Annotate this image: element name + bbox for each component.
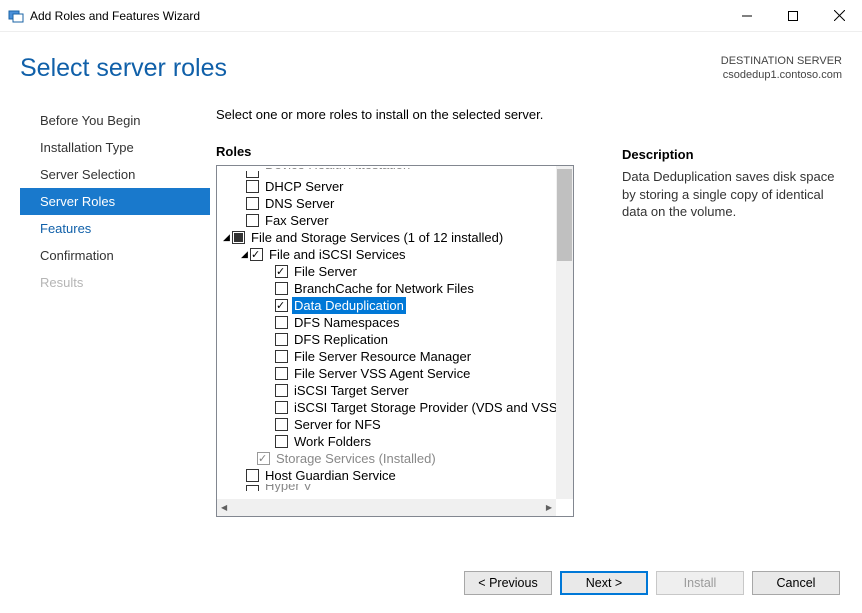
window-controls xyxy=(724,0,862,31)
maximize-button[interactable] xyxy=(770,0,816,31)
tree-item-label[interactable]: BranchCache for Network Files xyxy=(292,280,476,297)
tree-item-label[interactable]: Storage Services (Installed) xyxy=(274,450,438,467)
checkbox[interactable] xyxy=(246,197,259,210)
previous-button[interactable]: < Previous xyxy=(464,571,552,595)
roles-treeview[interactable]: Device Health Attestation DHCP Server DN… xyxy=(216,165,574,517)
checkbox[interactable] xyxy=(246,469,259,482)
page-title: Select server roles xyxy=(20,54,227,83)
tree-item-label[interactable]: DHCP Server xyxy=(263,178,346,195)
tree-item-label[interactable]: Data Deduplication xyxy=(292,297,406,314)
checkbox[interactable] xyxy=(275,401,288,414)
nav-results: Results xyxy=(20,269,210,296)
description-panel: Description Data Deduplication saves dis… xyxy=(622,107,837,517)
tree-item-label[interactable]: Device Health Attestation xyxy=(263,168,412,173)
checkbox[interactable] xyxy=(275,333,288,346)
description-label: Description xyxy=(622,147,837,162)
scroll-right-icon[interactable]: ▶ xyxy=(542,503,556,512)
checkbox[interactable] xyxy=(275,435,288,448)
checkbox[interactable] xyxy=(275,282,288,295)
install-button: Install xyxy=(656,571,744,595)
title-bar: Add Roles and Features Wizard xyxy=(0,0,862,32)
nav-installation-type[interactable]: Installation Type xyxy=(20,134,210,161)
close-button[interactable] xyxy=(816,0,862,31)
minimize-button[interactable] xyxy=(724,0,770,31)
app-icon xyxy=(8,8,24,24)
checkbox[interactable] xyxy=(275,316,288,329)
tree-item-label[interactable]: DFS Namespaces xyxy=(292,314,401,331)
tree-item-label[interactable]: Fax Server xyxy=(263,212,331,229)
window-title: Add Roles and Features Wizard xyxy=(30,9,200,23)
destination-server: csodedup1.contoso.com xyxy=(721,68,842,82)
next-button[interactable]: Next > xyxy=(560,571,648,595)
nav-features[interactable]: Features xyxy=(20,215,210,242)
nav-confirmation[interactable]: Confirmation xyxy=(20,242,210,269)
nav-before-you-begin[interactable]: Before You Begin xyxy=(20,107,210,134)
intro-text: Select one or more roles to install on t… xyxy=(216,107,586,122)
wizard-nav: Before You Begin Installation Type Serve… xyxy=(20,107,210,517)
checkbox[interactable] xyxy=(250,248,263,261)
tree-item-label[interactable]: Server for NFS xyxy=(292,416,383,433)
horizontal-scrollbar[interactable]: ◀ ▶ xyxy=(217,499,556,516)
checkbox[interactable] xyxy=(275,265,288,278)
scroll-thumb[interactable] xyxy=(557,169,572,261)
tree-item-label[interactable]: Work Folders xyxy=(292,433,373,450)
expander-icon[interactable]: ◢ xyxy=(239,246,250,263)
checkbox[interactable] xyxy=(275,350,288,363)
tree-item-label[interactable]: File Server xyxy=(292,263,359,280)
cancel-button[interactable]: Cancel xyxy=(752,571,840,595)
checkbox[interactable] xyxy=(246,214,259,227)
tree-item-label[interactable]: File Server VSS Agent Service xyxy=(292,365,472,382)
checkbox[interactable] xyxy=(275,418,288,431)
nav-server-selection[interactable]: Server Selection xyxy=(20,161,210,188)
tree-item-label[interactable]: DFS Replication xyxy=(292,331,390,348)
vertical-scrollbar[interactable] xyxy=(556,166,573,499)
scroll-left-icon[interactable]: ◀ xyxy=(217,503,231,512)
tree-item-label[interactable]: Hyper V xyxy=(263,484,314,492)
tree-item-label[interactable]: iSCSI Target Storage Provider (VDS and V… xyxy=(292,399,556,416)
tree-item-label[interactable]: iSCSI Target Server xyxy=(292,382,411,399)
nav-server-roles[interactable]: Server Roles xyxy=(20,188,210,215)
wizard-footer: < Previous Next > Install Cancel xyxy=(464,571,840,595)
tree-item-label[interactable]: DNS Server xyxy=(263,195,336,212)
checkbox[interactable] xyxy=(275,299,288,312)
checkbox[interactable] xyxy=(246,171,259,178)
checkbox[interactable] xyxy=(246,180,259,193)
expander-icon[interactable]: ◢ xyxy=(221,229,232,246)
tree-item-label[interactable]: Host Guardian Service xyxy=(263,467,398,484)
checkbox[interactable] xyxy=(275,384,288,397)
header: Select server roles DESTINATION SERVER c… xyxy=(0,32,862,83)
checkbox[interactable] xyxy=(246,485,259,491)
checkbox[interactable] xyxy=(232,231,245,244)
tree-item-label[interactable]: File Server Resource Manager xyxy=(292,348,473,365)
checkbox[interactable] xyxy=(275,367,288,380)
destination-label: DESTINATION SERVER xyxy=(721,54,842,68)
roles-label: Roles xyxy=(216,144,586,159)
checkbox xyxy=(257,452,270,465)
destination-info: DESTINATION SERVER csodedup1.contoso.com xyxy=(721,54,842,83)
tree-item-label[interactable]: File and iSCSI Services xyxy=(267,246,408,263)
main-panel: Select one or more roles to install on t… xyxy=(216,107,586,517)
tree-item-label[interactable]: File and Storage Services (1 of 12 insta… xyxy=(249,229,505,246)
description-body: Data Deduplication saves disk space by s… xyxy=(622,168,837,221)
